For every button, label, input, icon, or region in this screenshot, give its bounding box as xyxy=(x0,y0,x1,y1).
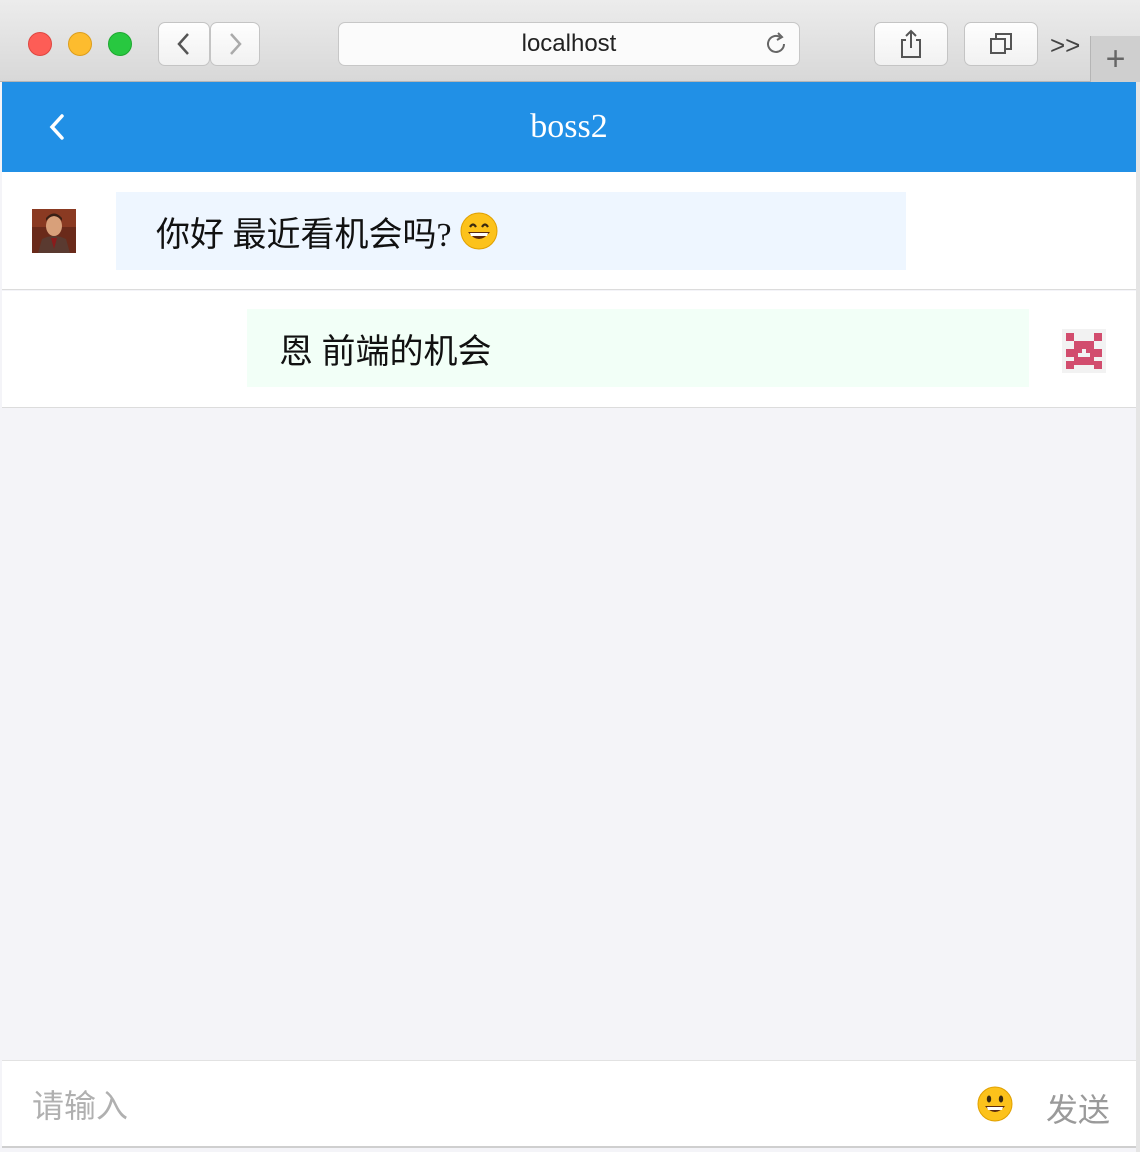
reload-icon[interactable] xyxy=(763,31,789,57)
message-row: 你好 最近看机会吗? xyxy=(2,172,1136,290)
send-button[interactable]: 发送 xyxy=(1046,1085,1110,1131)
tabs-icon xyxy=(990,33,1012,54)
browser-forward-button[interactable] xyxy=(210,22,260,66)
message-text: 恩 前端的机会 xyxy=(279,333,492,371)
chat-title: boss2 xyxy=(530,108,608,145)
message-input[interactable] xyxy=(32,1081,932,1131)
message-composer: 发送 xyxy=(2,1060,1136,1148)
chat-header: boss2 xyxy=(2,82,1136,172)
smiley-icon[interactable] xyxy=(976,1085,1014,1123)
new-tab-button[interactable]: + xyxy=(1090,36,1140,82)
minimize-window-button[interactable] xyxy=(68,32,92,56)
url-text: localhost xyxy=(521,30,617,57)
contact-avatar xyxy=(32,209,76,253)
share-button[interactable] xyxy=(874,22,948,66)
chevron-left-icon xyxy=(177,33,189,55)
message-text: 你好 最近看机会吗? xyxy=(156,216,452,254)
user-avatar xyxy=(1062,329,1106,373)
address-bar[interactable]: localhost xyxy=(338,22,800,66)
toolbar-overflow-button[interactable]: >> xyxy=(1050,30,1080,61)
browser-window: localhost >> + boss2 你好 最近看机会吗? 恩 前端的机会 … xyxy=(0,0,1140,1152)
outgoing-message-bubble: 恩 前端的机会 xyxy=(247,309,1029,387)
zoom-window-button[interactable] xyxy=(108,32,132,56)
chevron-right-icon xyxy=(230,33,242,55)
share-icon xyxy=(901,29,921,58)
tabs-overview-button[interactable] xyxy=(964,22,1038,66)
browser-toolbar: localhost >> + xyxy=(0,0,1140,82)
message-row: 恩 前端的机会 xyxy=(2,291,1136,408)
incoming-message-bubble: 你好 最近看机会吗? xyxy=(116,192,906,270)
grinning-face-icon xyxy=(460,212,498,250)
window-edge xyxy=(1136,82,1140,1152)
back-arrow-icon[interactable] xyxy=(42,110,74,144)
browser-back-button[interactable] xyxy=(158,22,210,66)
close-window-button[interactable] xyxy=(28,32,52,56)
